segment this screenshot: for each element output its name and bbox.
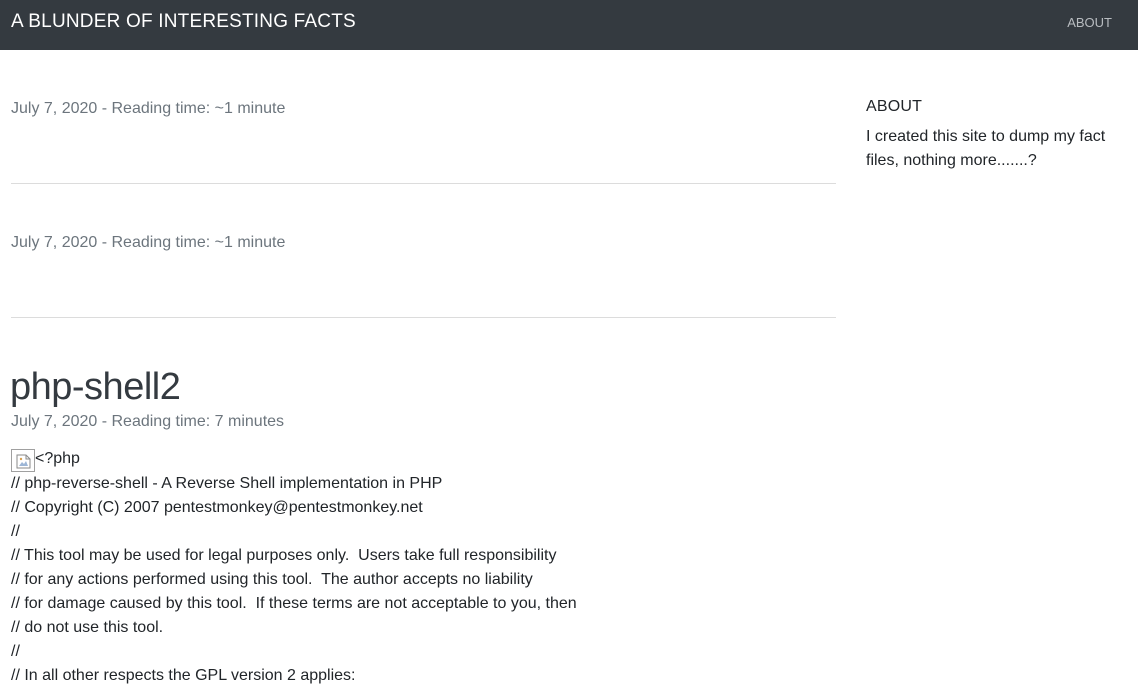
post-body-line: // for any actions performed using this … [11,571,533,588]
post-body-line: // php-reverse-shell - A Reverse Shell i… [11,475,443,492]
post-divider [11,317,836,318]
top-navbar: A BLUNDER OF INTERESTING FACTS ABOUT [0,0,1138,50]
post-divider [11,183,836,184]
post-body-line: // This tool may be used for legal purpo… [11,547,557,564]
post-meta: July 7, 2020 - Reading time: ~1 minute [11,234,286,251]
post-meta: July 7, 2020 - Reading time: ~1 minute [11,100,286,117]
post-meta: July 7, 2020 - Reading time: 7 minutes [11,413,285,430]
post-body-line: // In all other respects the GPL version… [11,667,356,684]
post-body-line: // [11,643,20,660]
post-body-line: // [11,523,20,540]
broken-image-icon [11,449,35,472]
post-body-line: // for damage caused by this tool. If th… [11,595,577,612]
post-body-line: <?php [35,450,80,467]
post-title[interactable]: php-shell2 [10,366,181,409]
site-brand-link[interactable]: A BLUNDER OF INTERESTING FACTS [11,11,356,33]
sidebar-about-text: I created this site to dump my fact file… [866,128,1106,169]
nav-about-link[interactable]: ABOUT [1067,15,1112,30]
sidebar-heading: ABOUT [866,98,923,115]
post-body-line: // Copyright (C) 2007 pentestmonkey@pent… [11,499,423,516]
post-body-line: // do not use this tool. [11,619,164,636]
